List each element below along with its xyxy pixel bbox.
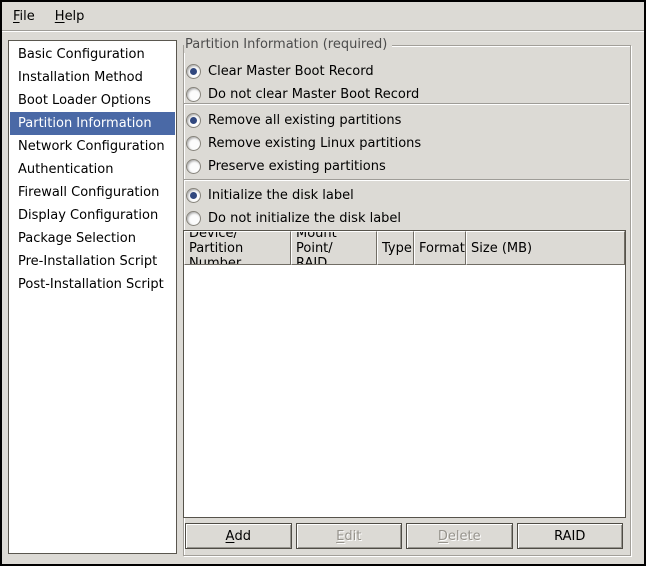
radio-label: Preserve existing partitions: [208, 159, 386, 174]
radio-initialize-disk-label[interactable]: Initialize the disk label: [186, 187, 354, 204]
radio-button-icon: [186, 136, 201, 151]
radio-label: Remove existing Linux partitions: [208, 136, 421, 151]
sidebar-item-boot-loader-options[interactable]: Boot Loader Options: [10, 89, 175, 112]
column-header-type[interactable]: Type: [377, 231, 414, 265]
section-list: Basic Configuration Installation Method …: [8, 40, 177, 554]
sidebar-item-partition-information[interactable]: Partition Information: [10, 112, 175, 135]
menu-file[interactable]: File: [6, 6, 42, 27]
radio-button-icon: [186, 159, 201, 174]
kickstart-configurator-window: File Help Basic Configuration Installati…: [0, 0, 646, 566]
table-header-row: Device/ Partition Number Mount Point/ RA…: [184, 231, 625, 265]
sidebar-item-installation-method[interactable]: Installation Method: [10, 66, 175, 89]
menubar-separator: [2, 30, 644, 32]
column-header-size-mb[interactable]: Size (MB): [466, 231, 625, 265]
add-button[interactable]: Add: [185, 523, 292, 549]
delete-button[interactable]: Delete: [406, 523, 513, 549]
radio-clear-mbr[interactable]: Clear Master Boot Record: [186, 63, 374, 80]
radio-button-icon: [186, 64, 201, 79]
menu-bar: File Help: [2, 2, 644, 30]
radio-label: Remove all existing partitions: [208, 113, 401, 128]
radio-button-icon: [186, 87, 201, 102]
partition-actions: Add Edit Delete RAID: [185, 523, 623, 549]
sidebar-item-pre-installation-script[interactable]: Pre-Installation Script: [10, 250, 175, 273]
column-header-format[interactable]: Format: [414, 231, 466, 265]
sidebar-item-firewall-configuration[interactable]: Firewall Configuration: [10, 181, 175, 204]
radio-label: Do not clear Master Boot Record: [208, 87, 419, 102]
radio-button-icon: [186, 211, 201, 226]
radio-button-icon: [186, 188, 201, 203]
sidebar-item-authentication[interactable]: Authentication: [10, 158, 175, 181]
radio-label: Clear Master Boot Record: [208, 64, 374, 79]
column-header-mount-point-raid[interactable]: Mount Point/ RAID: [291, 231, 377, 265]
radio-label: Initialize the disk label: [208, 188, 354, 203]
separator: [184, 179, 629, 181]
partitions-table: Device/ Partition Number Mount Point/ RA…: [183, 230, 626, 518]
radio-preserve-partitions[interactable]: Preserve existing partitions: [186, 158, 386, 175]
sidebar-item-display-configuration[interactable]: Display Configuration: [10, 204, 175, 227]
sidebar-item-basic-configuration[interactable]: Basic Configuration: [10, 43, 175, 66]
radio-button-icon: [186, 113, 201, 128]
radio-remove-all-partitions[interactable]: Remove all existing partitions: [186, 112, 401, 129]
sidebar-item-post-installation-script[interactable]: Post-Installation Script: [10, 273, 175, 296]
menu-help[interactable]: Help: [48, 6, 92, 27]
panel-title: Partition Information (required): [184, 36, 392, 53]
edit-button[interactable]: Edit: [296, 523, 403, 549]
radio-label: Do not initialize the disk label: [208, 211, 401, 226]
separator: [184, 103, 629, 105]
radio-do-not-initialize-disk-label[interactable]: Do not initialize the disk label: [186, 210, 401, 227]
raid-button[interactable]: RAID: [517, 523, 624, 549]
radio-do-not-clear-mbr[interactable]: Do not clear Master Boot Record: [186, 86, 419, 103]
sidebar-item-network-configuration[interactable]: Network Configuration: [10, 135, 175, 158]
column-header-device-partition-number[interactable]: Device/ Partition Number: [184, 231, 291, 265]
sidebar-item-package-selection[interactable]: Package Selection: [10, 227, 175, 250]
radio-remove-linux-partitions[interactable]: Remove existing Linux partitions: [186, 135, 421, 152]
